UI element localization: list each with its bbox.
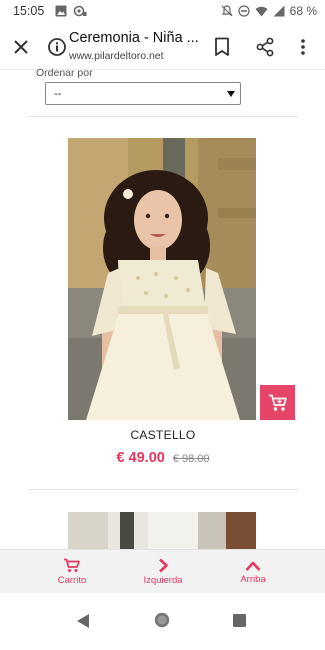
- image-notification-icon: [55, 5, 67, 17]
- nav-cart-label: Carrito: [57, 575, 87, 586]
- notification-icons: [55, 5, 87, 17]
- back-icon[interactable]: [76, 613, 90, 629]
- share-icon[interactable]: [255, 37, 275, 57]
- page-title: Ceremonia - Niña ...: [69, 30, 199, 46]
- current-price: € 49.00: [116, 450, 165, 466]
- close-icon[interactable]: [12, 38, 30, 56]
- nav-top-label: Arriba: [240, 573, 266, 585]
- page-url: www.pilardeltoro.net: [69, 50, 164, 62]
- next-product-image[interactable]: [68, 512, 256, 550]
- mute-icon: [221, 5, 233, 17]
- browser-toolbar: Ceremonia - Niña ... www.pilardeltoro.ne…: [0, 24, 325, 70]
- sort-label: Ordenar por: [36, 67, 93, 79]
- nav-cart-button[interactable]: Carrito: [52, 550, 92, 594]
- product-image[interactable]: [68, 138, 256, 420]
- product-name[interactable]: CASTELLO: [28, 428, 298, 442]
- chevron-down-icon: [227, 91, 235, 97]
- status-bar: 15:05 68 %: [0, 0, 325, 24]
- bottom-navigation: Carrito Izquierda Arriba: [0, 549, 325, 593]
- bookmark-icon[interactable]: [214, 37, 230, 57]
- home-icon[interactable]: [154, 612, 170, 628]
- info-icon[interactable]: [47, 37, 67, 57]
- sort-select[interactable]: --: [45, 82, 241, 105]
- nav-left-button[interactable]: Izquierda: [140, 550, 186, 594]
- do-not-disturb-icon: [237, 5, 250, 17]
- battery-text: 68 %: [289, 4, 317, 18]
- recents-icon[interactable]: [233, 614, 246, 627]
- camera-notification-icon: [73, 5, 87, 17]
- add-to-cart-button[interactable]: [260, 385, 295, 420]
- cart-plus-icon: [268, 394, 287, 411]
- price-row: € 49.00 € 98.00: [28, 450, 298, 466]
- status-time: 15:05: [13, 4, 45, 18]
- divider: [28, 489, 298, 490]
- system-navigation-bar: [0, 593, 325, 650]
- sort-selected-value: --: [54, 88, 62, 100]
- nav-left-label: Izquierda: [143, 575, 183, 586]
- system-status: 68 %: [221, 4, 317, 18]
- more-options-icon[interactable]: [298, 37, 308, 57]
- chevron-right-icon: [159, 558, 168, 573]
- wifi-icon: [255, 6, 268, 16]
- cart-icon: [64, 558, 80, 572]
- product-card: CASTELLO € 49.00 € 98.00: [28, 117, 298, 490]
- signal-icon: [273, 5, 285, 17]
- nav-top-button[interactable]: Arriba: [235, 550, 271, 594]
- old-price: € 98.00: [172, 453, 210, 465]
- chevron-up-icon: [245, 561, 261, 571]
